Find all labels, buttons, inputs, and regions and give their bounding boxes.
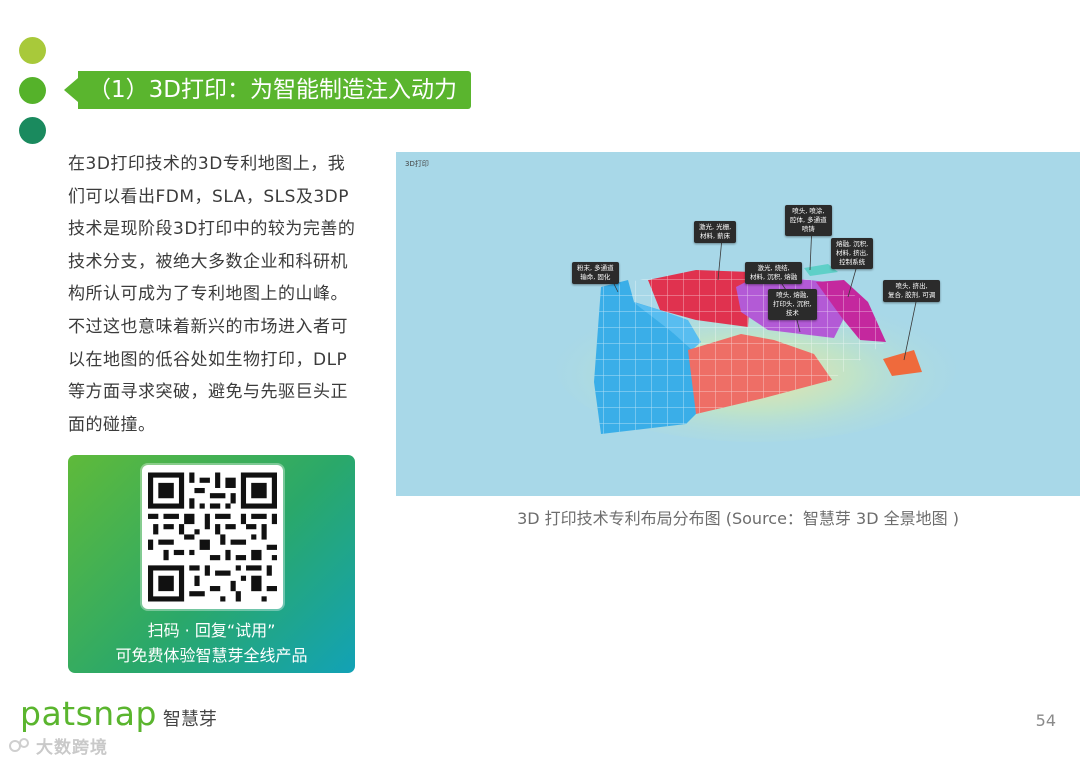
patsnap-logo: patsnap 智慧芽 [20,696,217,732]
map-label-7: 喷头, 挤出, 复合, 胶剂, 可调 [883,280,941,302]
decor-dot-light-green [19,37,46,64]
section-title: （1）3D打印：为智能制造注入动力 [78,71,471,109]
watermark-text: 大数跨境 [36,738,108,758]
map-label-6: 喷头, 熔融, 打印头, 沉积, 技术 [768,289,817,320]
map-label-2: 激光, 光栅, 材料, 薪床 [694,221,737,243]
brand-name-en: patsnap [20,694,157,733]
patent-3d-map-graphic [556,223,956,442]
map-label-1: 粉末, 多通道 输命, 固化 [572,262,619,284]
decor-dot-dark-green [19,117,46,144]
qr-caption-line-1: 扫码 · 回复“试用” [147,621,276,640]
watermark: 大数跨境 [8,733,108,758]
section-title-tag: （1）3D打印：为智能制造注入动力 [64,71,471,109]
brand-name-cn: 智慧芽 [162,709,217,730]
qr-code-icon [148,472,277,602]
decor-dot-green [19,77,46,104]
qr-caption-line-2: 可免费体验智慧芽全线产品 [115,646,308,665]
map-label-4: 激光, 烧结, 材料, 沉积, 熔融 [745,262,803,284]
qr-promo-card[interactable]: 扫码 · 回复“试用” 可免费体验智慧芽全线产品 [68,455,355,673]
watermark-logo-icon [9,738,29,752]
page-number: 54 [1035,711,1056,730]
qr-code-frame [142,465,283,609]
patent-map-figure: 3D打印 粉末, 多通道 输命, 固化 激光, 光栅, 材料, 薪床 喷头, 喷… [396,152,1080,496]
title-arrow-shape [64,78,78,102]
map-label-5: 熔融, 沉积, 材料, 挤出, 控制系统 [831,238,874,269]
body-paragraph: 在3D打印技术的3D专利地图上，我们可以看出FDM，SLA，SLS及3DP技术是… [68,154,356,435]
figure-caption: 3D 打印技术专利布局分布图 (Source：智慧芽 3D 全景地图 ) [517,509,959,528]
map-label-3: 喷头, 喷涂, 腔体, 多通道 喷铸 [785,205,832,236]
